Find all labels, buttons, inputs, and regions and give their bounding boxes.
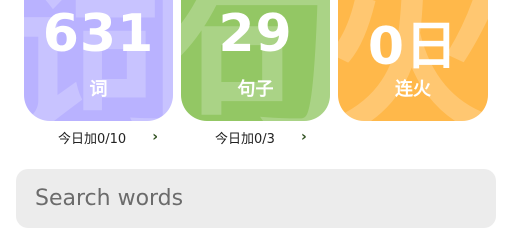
streak-label: 连火 — [395, 79, 431, 100]
words-count: 631 — [42, 4, 155, 64]
search-box[interactable] — [16, 169, 496, 228]
words-label: 词 — [89, 79, 108, 100]
today-words-progress-link[interactable]: 今日加0/10 › — [58, 126, 158, 148]
words-stat-card[interactable]: 词 631 词 — [24, 0, 173, 121]
today-words-progress-text: 今日加0/10 — [58, 131, 127, 147]
sentences-label: 句子 — [237, 79, 274, 100]
sentences-stat-card[interactable]: 句 29 句子 — [181, 0, 330, 121]
streak-count: 0日 — [367, 17, 459, 77]
streak-stat-card[interactable]: 火 0日 连火 — [338, 0, 488, 121]
sentences-count: 29 — [218, 4, 293, 64]
search-input[interactable] — [33, 185, 496, 212]
today-sentences-progress-text: 今日加0/3 — [215, 131, 275, 147]
chevron-right-icon: › — [152, 129, 158, 145]
today-sentences-progress-link[interactable]: 今日加0/3 › — [215, 126, 307, 148]
chevron-right-icon: › — [300, 129, 307, 145]
